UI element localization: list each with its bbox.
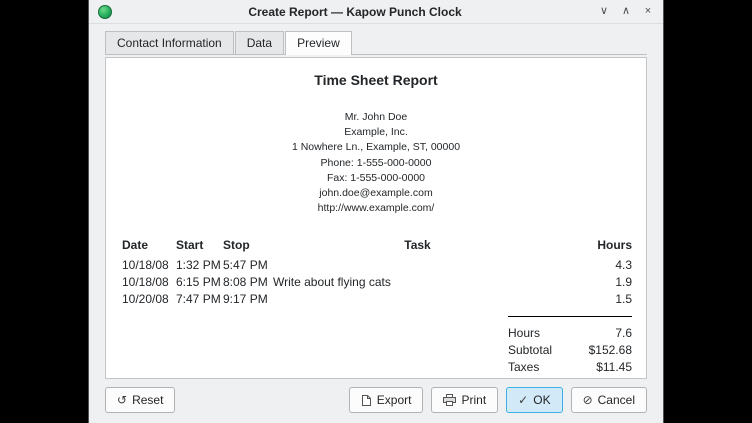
report-preview: Time Sheet Report Mr. John Doe Example, … (105, 57, 647, 379)
cell-hours: 1.5 (562, 291, 632, 308)
contact-line: Phone: 1-555-000-0000 (116, 156, 636, 171)
export-button[interactable]: Export (349, 387, 424, 413)
summary-divider (508, 316, 632, 317)
table-row: 10/20/08 7:47 PM 9:17 PM 1.5 (116, 291, 636, 308)
contact-block: Mr. John Doe Example, Inc. 1 Nowhere Ln.… (116, 110, 636, 217)
header-hours: Hours (562, 237, 632, 254)
header-stop: Stop (223, 237, 273, 254)
app-icon (98, 5, 112, 19)
table-row: 10/18/08 1:32 PM 5:47 PM 4.3 (116, 257, 636, 274)
export-label: Export (377, 393, 412, 407)
summary-row-taxes: Taxes $11.45 (508, 359, 632, 375)
summary-label: Total (508, 376, 536, 379)
print-label: Print (461, 393, 486, 407)
summary-block: Hours 7.6 Subtotal $152.68 Taxes $11.45 … (508, 316, 632, 379)
table-row: 10/18/08 6:15 PM 8:08 PM Write about fly… (116, 274, 636, 291)
summary-value: $152.68 (589, 342, 632, 358)
cell-stop: 9:17 PM (223, 291, 273, 308)
cancel-button[interactable]: ⊘ Cancel (571, 387, 647, 413)
report-title: Time Sheet Report (116, 72, 636, 88)
summary-row-hours: Hours 7.6 (508, 325, 632, 341)
summary-value: $164.13 (589, 376, 632, 379)
header-date: Date (122, 237, 176, 254)
check-icon: ✓ (518, 394, 528, 406)
cell-start: 6:15 PM (176, 274, 223, 291)
summary-value: $11.45 (596, 359, 632, 375)
cancel-label: Cancel (598, 393, 635, 407)
printer-icon (443, 394, 456, 406)
document-export-icon (361, 394, 372, 407)
window-title: Create Report — Kapow Punch Clock (112, 5, 598, 19)
reset-icon: ↺ (117, 394, 127, 406)
cell-start: 7:47 PM (176, 291, 223, 308)
contact-line: http://www.example.com/ (116, 201, 636, 216)
ok-label: OK (533, 393, 550, 407)
summary-label: Taxes (508, 359, 539, 375)
close-icon: × (645, 5, 651, 17)
summary-row-subtotal: Subtotal $152.68 (508, 342, 632, 358)
cell-date: 10/18/08 (122, 257, 176, 274)
cell-hours: 1.9 (562, 274, 632, 291)
summary-value: 7.6 (615, 325, 632, 341)
cell-task: Write about flying cats (273, 274, 562, 291)
window-controls: ∨ ∧ × (598, 6, 654, 17)
summary-row-total: Total $164.13 (508, 376, 632, 379)
summary-label: Subtotal (508, 342, 552, 358)
cell-date: 10/18/08 (122, 274, 176, 291)
cell-task (273, 257, 562, 274)
dialog-button-row: ↺ Reset Export (89, 385, 663, 423)
titlebar[interactable]: Create Report — Kapow Punch Clock ∨ ∧ × (89, 0, 663, 24)
contact-line: 1 Nowhere Ln., Example, ST, 00000 (116, 140, 636, 155)
header-task: Task (273, 237, 562, 254)
chevron-up-icon: ∧ (622, 5, 630, 17)
reset-label: Reset (132, 393, 163, 407)
contact-line: Example, Inc. (116, 125, 636, 140)
cell-task (273, 291, 562, 308)
reset-button[interactable]: ↺ Reset (105, 387, 175, 413)
close-button[interactable]: × (642, 6, 654, 17)
timesheet-table: Date Start Stop Task Hours 10/18/08 1:32… (116, 237, 636, 308)
minimize-button[interactable]: ∨ (598, 6, 610, 17)
contact-line: john.doe@example.com (116, 186, 636, 201)
tab-content: Time Sheet Report Mr. John Doe Example, … (89, 55, 663, 385)
contact-line: Fax: 1-555-000-0000 (116, 171, 636, 186)
desktop-background: Create Report — Kapow Punch Clock ∨ ∧ × … (0, 0, 752, 423)
chevron-down-icon: ∨ (600, 5, 608, 17)
cell-date: 10/20/08 (122, 291, 176, 308)
contact-line: Mr. John Doe (116, 110, 636, 125)
ok-button[interactable]: ✓ OK (506, 387, 562, 413)
print-button[interactable]: Print (431, 387, 498, 413)
header-start: Start (176, 237, 223, 254)
tab-contact-information[interactable]: Contact Information (105, 31, 234, 54)
tab-bar: Contact Information Data Preview (105, 31, 647, 55)
cancel-icon: ⊘ (583, 394, 593, 406)
tab-data[interactable]: Data (235, 31, 284, 54)
cell-stop: 5:47 PM (223, 257, 273, 274)
table-header-row: Date Start Stop Task Hours (116, 237, 636, 254)
cell-hours: 4.3 (562, 257, 632, 274)
tab-preview[interactable]: Preview (285, 31, 352, 55)
summary-label: Hours (508, 325, 540, 341)
cell-stop: 8:08 PM (223, 274, 273, 291)
create-report-dialog: Create Report — Kapow Punch Clock ∨ ∧ × … (88, 0, 664, 423)
cell-start: 1:32 PM (176, 257, 223, 274)
maximize-button[interactable]: ∧ (620, 6, 632, 17)
